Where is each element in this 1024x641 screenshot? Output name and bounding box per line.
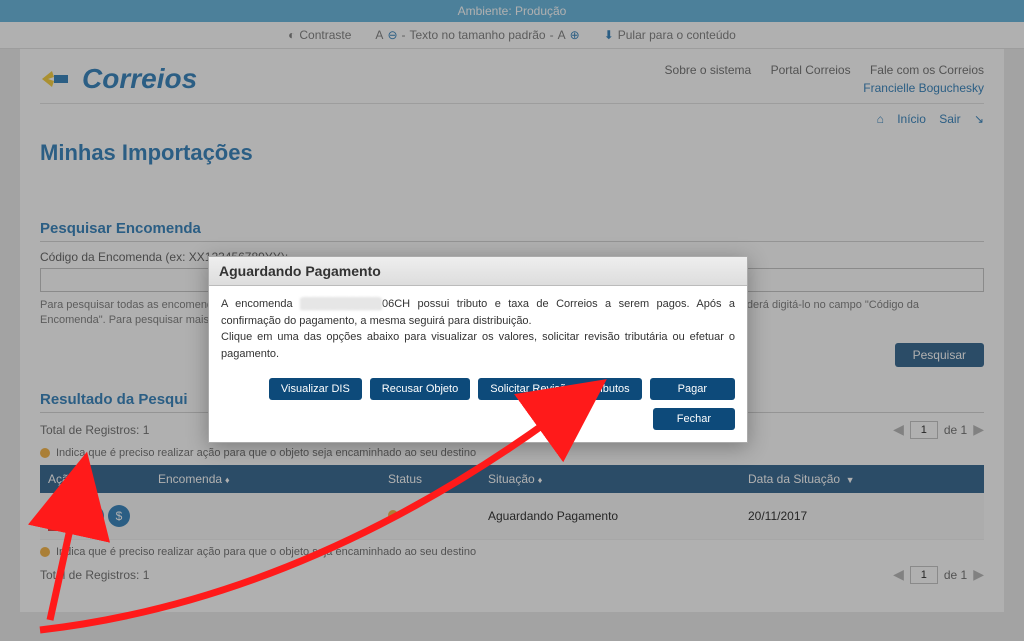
modal-aguardando-pagamento: Aguardando Pagamento A encomenda ███████… (208, 256, 748, 443)
modal-title: Aguardando Pagamento (209, 257, 747, 286)
visualizar-dis-button[interactable]: Visualizar DIS (269, 378, 362, 400)
solicitar-revisao-button[interactable]: Solicitar Revisão de Tributos (478, 378, 641, 400)
recusar-objeto-button[interactable]: Recusar Objeto (370, 378, 470, 400)
modal-body: A encomenda ██████████06CH possui tribut… (209, 286, 747, 372)
fechar-button[interactable]: Fechar (653, 408, 735, 430)
tracking-masked: ██████████ (300, 298, 382, 310)
modal-buttons: Visualizar DIS Recusar Objeto Solicitar … (209, 372, 747, 442)
pagar-button[interactable]: Pagar (650, 378, 735, 400)
